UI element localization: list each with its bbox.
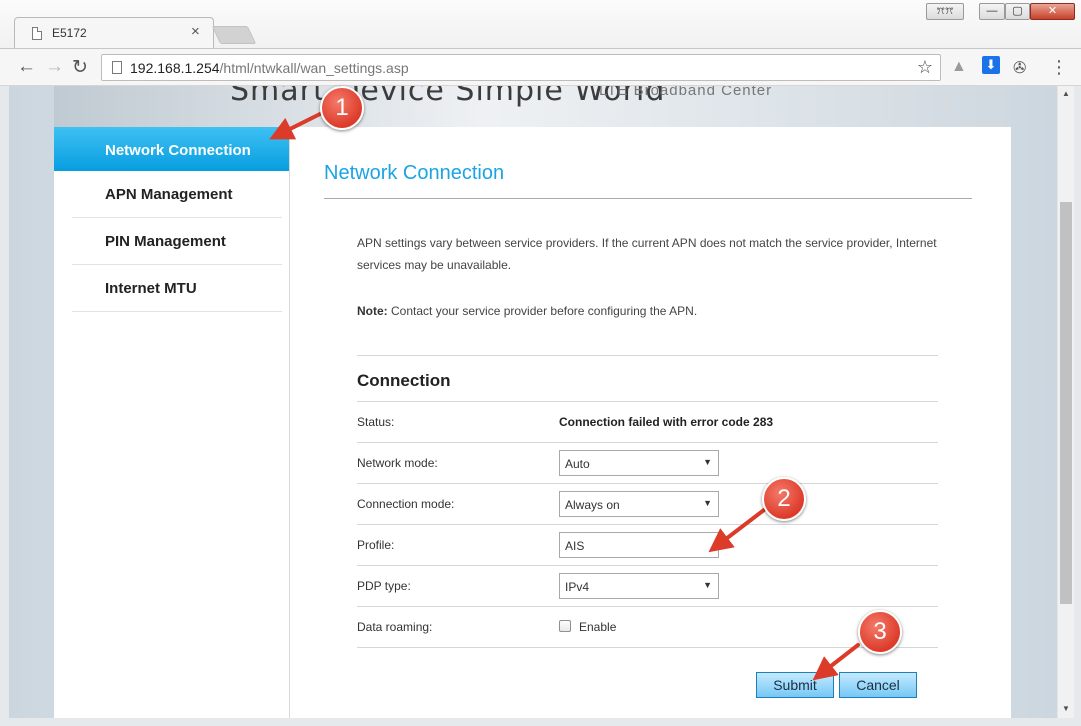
close-tab-icon[interactable]: × — [191, 23, 200, 40]
note-text: Contact your service provider before con… — [387, 304, 698, 318]
forward-arrow-icon[interactable]: → — [45, 56, 64, 78]
scroll-up-icon[interactable]: ▲ — [1062, 89, 1070, 98]
sidebar-item-label: APN Management — [105, 186, 233, 203]
submit-button[interactable]: Submit — [756, 672, 834, 698]
sidebar-item-internet-mtu[interactable]: Internet MTU — [72, 266, 282, 312]
dropdown-arrow-icon: ▼ — [703, 498, 712, 508]
reload-icon[interactable]: ↻ — [72, 56, 88, 79]
sidebar-item-pin-management[interactable]: PIN Management — [72, 219, 282, 265]
menu-kebab-icon[interactable]: ⋮ — [1050, 57, 1068, 78]
browser-toolbar: ← → ↻ 192.168.1.254/html/ntwkall/wan_set… — [0, 48, 1081, 86]
section-divider — [357, 355, 938, 356]
sidebar-item-label: PIN Management — [105, 233, 226, 250]
bookmark-star-icon[interactable]: ☆ — [917, 57, 933, 78]
url-text[interactable]: 192.168.1.254/html/ntwkall/wan_settings.… — [130, 60, 409, 76]
page-title: Network Connection — [324, 162, 505, 184]
row-divider — [357, 401, 938, 402]
network-mode-select[interactable]: Auto ▼ — [559, 450, 719, 476]
scroll-thumb[interactable] — [1060, 202, 1072, 604]
page-icon — [32, 27, 42, 40]
data-roaming-checkbox[interactable] — [559, 620, 571, 632]
close-window-button[interactable]: ✕ — [1030, 3, 1075, 20]
pdp-type-select[interactable]: IPv4 ▼ — [559, 573, 719, 599]
cancel-button[interactable]: Cancel — [839, 672, 917, 698]
window-frame — [1074, 86, 1081, 726]
browser-tab[interactable]: E5172 × — [14, 17, 214, 48]
row-divider — [357, 606, 938, 607]
apn-description: APN settings vary between service provid… — [357, 236, 937, 272]
tab-title: E5172 — [52, 26, 87, 40]
header-banner: Smart Device Simple World LTE Broadband … — [54, 86, 1011, 127]
profile-label: Profile: — [357, 538, 395, 552]
minimize-button[interactable]: — — [979, 3, 1005, 20]
row-divider — [357, 565, 938, 566]
scroll-down-icon[interactable]: ▼ — [1062, 704, 1070, 713]
annotation-badge-1: 1 — [320, 86, 364, 130]
window-frame — [0, 718, 1081, 726]
pdp-type-value: IPv4 — [565, 580, 590, 594]
row-divider — [357, 647, 938, 648]
row-divider — [357, 442, 938, 443]
sidebar-item-label: Network Connection — [105, 142, 251, 159]
banner-product: LTE Broadband Center — [599, 86, 773, 99]
url-host: 192.168.1.254 — [130, 60, 220, 76]
sidebar-item-label: Internet MTU — [105, 280, 197, 297]
annotation-badge-2: 2 — [762, 477, 806, 521]
drive-extension-icon[interactable]: ▲ — [951, 58, 967, 76]
connection-mode-select[interactable]: Always on ▼ — [559, 491, 719, 517]
network-mode-label: Network mode: — [357, 456, 438, 470]
new-tab-button[interactable] — [211, 26, 257, 44]
annotation-badge-3: 3 — [858, 610, 902, 654]
profile-button[interactable]: ꔫꔫ — [926, 3, 964, 20]
vertical-scrollbar[interactable]: ▲ ▼ — [1057, 86, 1074, 718]
back-arrow-icon[interactable]: ← — [17, 56, 36, 78]
status-value: Connection failed with error code 283 — [559, 415, 774, 429]
connection-mode-value: Always on — [565, 498, 620, 512]
pdp-type-label: PDP type: — [357, 579, 411, 593]
title-divider — [324, 198, 972, 199]
status-label: Status: — [357, 415, 395, 429]
maximize-button[interactable]: ▢ — [1005, 3, 1030, 20]
profile-value: AIS — [565, 539, 585, 553]
dropdown-arrow-icon: ▼ — [703, 457, 712, 467]
browser-titlebar: E5172 × ꔫꔫ — ▢ ✕ — [0, 0, 1081, 48]
data-roaming-label: Data roaming: — [357, 620, 433, 634]
url-path: /html/ntwkall/wan_settings.asp — [219, 60, 409, 76]
page-icon — [112, 61, 122, 74]
sidebar: Network Connection APN Management PIN Ma… — [54, 127, 290, 718]
row-divider — [357, 483, 938, 484]
dropdown-arrow-icon: ▼ — [703, 580, 712, 590]
address-bar[interactable]: 192.168.1.254/html/ntwkall/wan_settings.… — [101, 54, 941, 81]
note-label: Note: — [357, 304, 388, 318]
row-divider — [357, 524, 938, 525]
connection-mode-label: Connection mode: — [357, 497, 455, 511]
download-extension-icon[interactable]: ⬇ — [982, 56, 1000, 74]
window-frame — [0, 86, 9, 726]
film-extension-icon[interactable]: ✇ — [1013, 58, 1026, 78]
data-roaming-option[interactable]: Enable — [579, 620, 616, 634]
profile-select[interactable]: AIS — [559, 532, 719, 558]
apn-note: Note: Contact your service provider befo… — [357, 304, 697, 318]
sidebar-item-network-connection[interactable]: Network Connection — [54, 127, 289, 171]
sidebar-item-apn-management[interactable]: APN Management — [72, 172, 282, 218]
section-title: Connection — [357, 371, 451, 390]
network-mode-value: Auto — [565, 457, 590, 471]
